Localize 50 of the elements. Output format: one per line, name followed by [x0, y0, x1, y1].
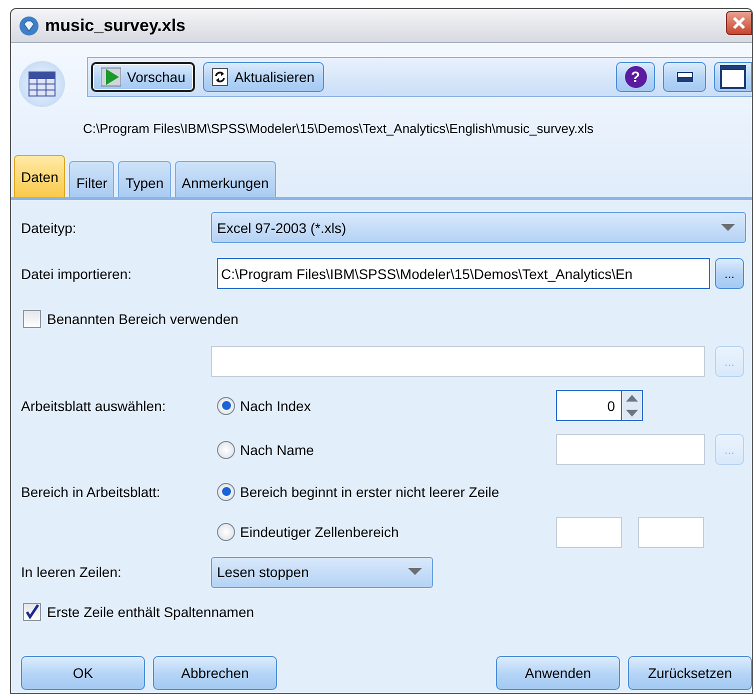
- radio-label: Bereich beginnt in erster nicht leerer Zeile: [240, 484, 500, 500]
- dialog-button[interactable]: Anwenden: [496, 656, 620, 690]
- radio-button[interactable]: [217, 523, 235, 541]
- maximize-button[interactable]: [714, 62, 752, 92]
- close-button[interactable]: [726, 11, 752, 35]
- field-label: Bereich in Arbeitsblatt:: [21, 484, 162, 500]
- refresh-button[interactable]: Aktualisieren: [203, 62, 324, 92]
- tab[interactable]: Daten: [14, 155, 66, 197]
- dropdown-arrow-icon: [408, 568, 422, 576]
- file-path: C:\Program Files\IBM\SPSS\Modeler\15\Demos\Text_Analytics\English\music_survey.xls: [82, 120, 595, 136]
- checkbox-label: Erste Zeile enthält Spaltennamen: [47, 604, 254, 620]
- radio-label: Eindeutiger Zellenbereich: [240, 524, 399, 540]
- dialog-button[interactable]: OK: [21, 656, 145, 690]
- field-label: Datei importieren:: [21, 266, 132, 282]
- minimize-icon: [676, 72, 692, 82]
- tab[interactable]: Anmerkungen: [174, 161, 276, 197]
- checkbox[interactable]: [23, 310, 41, 328]
- radio-label: Nach Index: [240, 398, 311, 414]
- radio-label: Nach Name: [240, 442, 314, 458]
- input-field[interactable]: [211, 346, 705, 377]
- input-field[interactable]: C:\Program Files\IBM\SPSS\Modeler\15\Demos\Text_Analytics\En: [217, 258, 710, 289]
- maximize-icon: [720, 65, 746, 89]
- input-field[interactable]: [638, 516, 704, 548]
- radio-button[interactable]: [217, 482, 235, 500]
- checkbox[interactable]: [23, 603, 41, 621]
- radio-button[interactable]: [217, 396, 235, 414]
- refresh-icon: [212, 68, 228, 86]
- tab[interactable]: Filter: [69, 161, 114, 197]
- checkbox-label: Benannten Bereich verwenden: [47, 310, 238, 326]
- help-button[interactable]: ?: [616, 62, 655, 92]
- number-spinner[interactable]: 0: [556, 390, 705, 421]
- dropdown[interactable]: Excel 97-2003 (*.xls): [211, 212, 746, 243]
- field-label: Arbeitsblatt auswählen:: [21, 398, 167, 414]
- input-field[interactable]: [556, 516, 622, 548]
- browse-button[interactable]: ...: [715, 258, 744, 289]
- input-field[interactable]: [556, 434, 705, 465]
- preview-button[interactable]: Vorschau: [91, 62, 196, 92]
- spreadsheet-node-icon: [19, 61, 65, 107]
- field-label: In leeren Zeilen:: [21, 564, 122, 580]
- minimize-button[interactable]: [663, 62, 706, 92]
- dialog-button[interactable]: Abbrechen: [153, 656, 277, 690]
- close-icon: [732, 16, 746, 30]
- dialog-button[interactable]: Zurücksetzen: [628, 656, 752, 690]
- dropdown[interactable]: Lesen stoppen: [211, 556, 433, 588]
- field-label: Dateityp:: [21, 220, 78, 236]
- window-title: music_survey.xls: [45, 16, 186, 36]
- tab[interactable]: Typen: [118, 161, 171, 197]
- play-icon: [101, 67, 121, 87]
- radio-button[interactable]: [217, 440, 235, 458]
- dropdown-arrow-icon: [721, 224, 735, 232]
